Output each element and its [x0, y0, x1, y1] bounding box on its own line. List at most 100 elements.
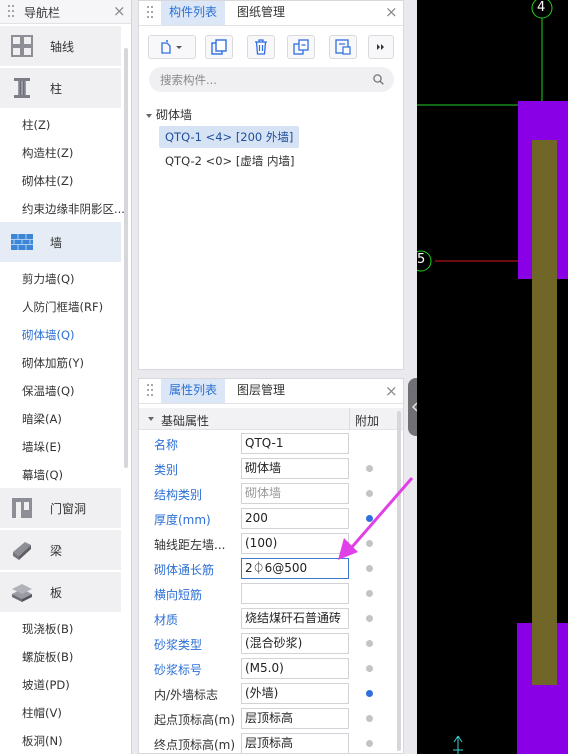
canvas-drawing — [417, 0, 568, 754]
nav-item-shear-wall[interactable]: 剪力墙(Q) — [22, 271, 75, 287]
nav-category-label: 板 — [50, 586, 63, 600]
nav-title: 导航栏 — [24, 6, 61, 20]
property-row[interactable]: 材质 烧结煤矸石普通砖 — [139, 606, 397, 631]
property-value-input[interactable] — [241, 583, 349, 604]
nav-category-column[interactable]: 柱 — [0, 68, 121, 108]
nav-item-curtain-wall[interactable]: 幕墙(Q) — [22, 467, 63, 483]
search-icon[interactable] — [373, 74, 384, 85]
nav-item-edge-zone[interactable]: 约束边缘非阴影区... — [22, 201, 125, 217]
nav-item-hidden-beam[interactable]: 暗梁(A) — [22, 411, 62, 427]
nav-item-wall-pier[interactable]: 墙垛(E) — [22, 439, 61, 455]
extra-flag-checkbox[interactable] — [366, 740, 373, 747]
close-icon[interactable]: × — [385, 5, 398, 20]
extra-flag-checkbox[interactable] — [366, 565, 373, 572]
property-value-input[interactable]: 烧结煤矸石普通砖 — [241, 608, 349, 629]
property-scrollbar[interactable] — [397, 411, 401, 751]
nav-item-masonry-rebar[interactable]: 砌体加筋(Y) — [22, 355, 84, 371]
extra-flag-checkbox[interactable] — [366, 640, 373, 647]
nav-item-construct-column[interactable]: 构造柱(Z) — [22, 145, 73, 161]
property-value-input[interactable]: (混合砂浆) — [241, 633, 349, 654]
nav-category-slab[interactable]: 板 — [0, 572, 121, 612]
nav-category-door-window[interactable]: 门窗洞 — [0, 488, 121, 528]
component-search-input[interactable]: 搜索构件... — [149, 67, 394, 92]
property-row[interactable]: 横向短筋 — [139, 581, 397, 606]
property-row[interactable]: 砂浆类型 (混合砂浆) — [139, 631, 397, 656]
property-value-input[interactable]: (外墙) — [241, 683, 349, 704]
nav-scrollbar[interactable] — [124, 48, 128, 468]
nav-item-masonry-wall[interactable]: 砌体墙(Q) — [22, 327, 75, 343]
property-row[interactable]: 起点顶标高(m) 层顶标高 — [139, 706, 397, 731]
extra-flag-checkbox[interactable] — [366, 615, 373, 622]
nav-category-axis[interactable]: 轴线 — [0, 26, 121, 66]
nav-category-wall[interactable]: 墙 — [0, 222, 121, 262]
nav-item-column-cap[interactable]: 柱帽(V) — [22, 705, 62, 721]
component-item-qtq-2[interactable]: QTQ-2 <0> [虚墙 内墙] — [159, 150, 300, 172]
property-list-panel: 属性列表 图层管理 × 基础属性 附加 名称 QTQ-1 类别 砌体墙 结构类别 砌体墙厚… — [138, 378, 404, 754]
nav-item-column[interactable]: 柱(Z) — [22, 117, 50, 133]
nav-category-beam[interactable]: 梁 — [0, 530, 121, 570]
more-icon — [377, 44, 384, 50]
property-row[interactable]: 厚度(mm) 200 — [139, 506, 397, 531]
nav-category-label: 柱 — [50, 82, 63, 96]
property-value-input[interactable]: 200 — [241, 508, 349, 529]
tab-property-list[interactable]: 属性列表 — [161, 379, 226, 403]
extra-flag-checkbox[interactable] — [366, 690, 373, 697]
caret-down-icon[interactable] — [147, 415, 155, 423]
property-row[interactable]: 砌体通长筋 2⏀6@500 — [139, 556, 397, 581]
drag-grip-icon[interactable] — [8, 5, 14, 19]
property-row[interactable]: 内/外墙标志 (外墙) — [139, 681, 397, 706]
tab-drawing-management[interactable]: 图纸管理 — [229, 1, 293, 25]
nav-item-cast-slab[interactable]: 现浇板(B) — [22, 621, 73, 637]
masonry-wall-qtq-1[interactable] — [532, 140, 557, 685]
layer-copy-icon — [293, 39, 309, 55]
delete-button[interactable] — [247, 35, 275, 59]
extra-flag-checkbox[interactable] — [366, 715, 373, 722]
column-icon — [14, 78, 30, 98]
close-icon[interactable]: × — [113, 4, 126, 19]
close-icon[interactable]: × — [385, 384, 398, 399]
property-group-header[interactable]: 基础属性 附加 — [139, 408, 403, 430]
extra-flag-checkbox[interactable] — [366, 540, 373, 547]
slab-icon — [12, 584, 32, 602]
extra-flag-checkbox[interactable] — [366, 515, 373, 522]
copy-button[interactable] — [205, 35, 233, 59]
property-value-input[interactable]: 层顶标高 — [241, 733, 349, 753]
drawing-canvas[interactable]: 4 5 — [417, 0, 568, 754]
extra-flag-checkbox[interactable] — [366, 590, 373, 597]
property-row[interactable]: 砂浆标号 (M5.0) — [139, 656, 397, 681]
property-value-input[interactable]: 砌体墙 — [241, 458, 349, 479]
nav-item-slab-hole[interactable]: 板洞(N) — [22, 733, 63, 749]
property-row[interactable]: 轴线距左墙... (100) — [139, 531, 397, 556]
property-value-input[interactable]: 层顶标高 — [241, 708, 349, 729]
extra-flag-checkbox[interactable] — [366, 665, 373, 672]
nav-item-masonry-column[interactable]: 砌体柱(Z) — [22, 173, 73, 189]
nav-item-spiral-slab[interactable]: 螺旋板(B) — [22, 649, 73, 665]
property-value-input[interactable]: QTQ-1 — [241, 433, 349, 454]
property-value-input[interactable]: (M5.0) — [241, 658, 349, 679]
nav-item-civil-defense-wall[interactable]: 人防门框墙(RF) — [22, 299, 103, 315]
nav-item-insulation-wall[interactable]: 保温墙(Q) — [22, 383, 75, 399]
extra-flag-checkbox[interactable] — [366, 490, 373, 497]
property-row[interactable]: 结构类别 砌体墙 — [139, 481, 397, 506]
property-row[interactable]: 名称 QTQ-1 — [139, 431, 397, 456]
component-item-qtq-1[interactable]: QTQ-1 <4> [200 外墙] — [159, 126, 300, 148]
floor-copy-button[interactable] — [329, 35, 357, 59]
tab-layer-management[interactable]: 图层管理 — [229, 379, 293, 403]
extra-flag-checkbox[interactable] — [366, 465, 373, 472]
drag-grip-icon[interactable] — [147, 384, 153, 398]
more-button[interactable] — [368, 35, 394, 59]
caret-down-icon[interactable] — [145, 112, 153, 120]
property-row[interactable]: 类别 砌体墙 — [139, 456, 397, 481]
layer-copy-button[interactable] — [287, 35, 315, 59]
tree-group-masonry-wall[interactable]: 砌体墙 — [145, 106, 192, 123]
property-value-input[interactable]: 2⏀6@500 — [241, 558, 349, 579]
property-value-input[interactable]: 砌体墙 — [241, 483, 349, 504]
property-row[interactable]: 终点顶标高(m) 层顶标高 — [139, 731, 397, 753]
property-value-input[interactable]: (100) — [241, 533, 349, 554]
new-component-button[interactable] — [148, 35, 196, 59]
drag-grip-icon[interactable] — [147, 6, 153, 20]
tab-component-list[interactable]: 构件列表 — [161, 1, 226, 25]
door-window-icon — [12, 498, 32, 518]
nav-item-ramp[interactable]: 坡道(PD) — [22, 677, 70, 693]
beam-icon — [13, 542, 31, 560]
